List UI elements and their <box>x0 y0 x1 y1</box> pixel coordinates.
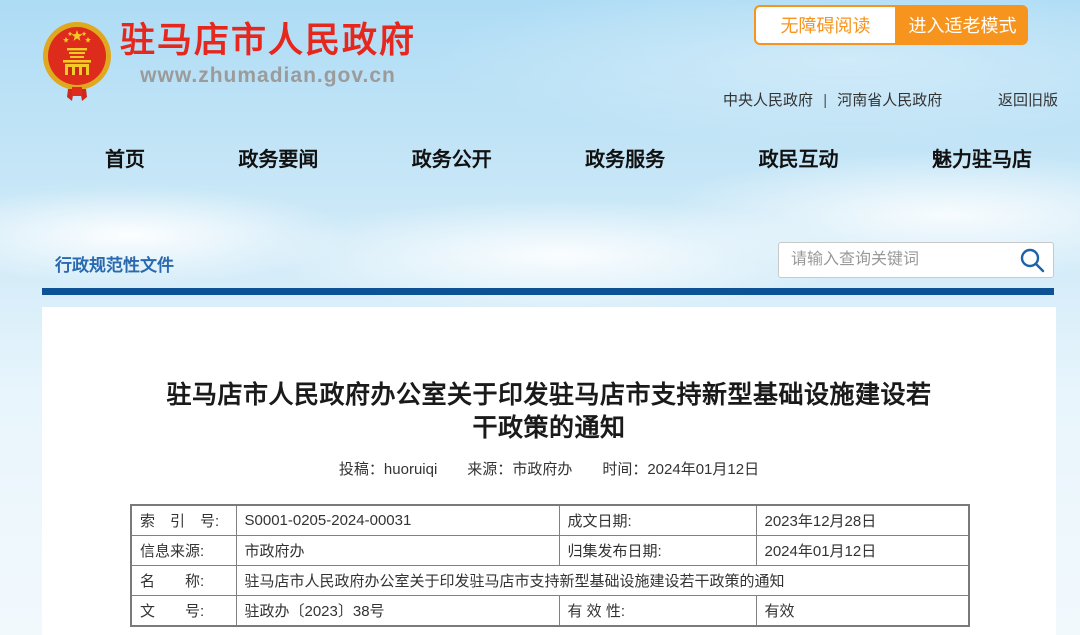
nav-item-interaction[interactable]: 政民互动 <box>759 147 839 173</box>
meta-submitter: 投稿：huoruiqi <box>339 458 437 479</box>
meta-source: 来源：市政府办 <box>467 458 572 479</box>
table-row: 名 称: 驻马店市人民政府办公室关于印发驻马店市支持新型基础设施建设若干政策的通… <box>131 566 969 596</box>
document-info-table: 索 引 号: S0001-0205-2024-00031 成文日期: 2023年… <box>130 504 970 627</box>
henan-gov-link[interactable]: 河南省人民政府 <box>837 92 942 109</box>
validity-value: 有效 <box>756 596 969 627</box>
site-url: www.zhumadian.gov.cn <box>140 64 396 88</box>
accessibility-toggle: 无障碍阅读 进入适老模式 <box>754 5 1028 45</box>
old-version-link[interactable]: 返回旧版 <box>998 89 1058 110</box>
meta-submitter-value: huoruiqi <box>384 461 437 478</box>
issue-date-value: 2023年12月28日 <box>756 505 969 536</box>
article-meta: 投稿：huoruiqi 来源：市政府办 时间：2024年01月12日 <box>42 458 1056 479</box>
doc-name-value: 驻马店市人民政府办公室关于印发驻马店市支持新型基础设施建设若干政策的通知 <box>236 566 969 596</box>
central-gov-link[interactable]: 中央人民政府 <box>723 92 813 109</box>
search-icon[interactable] <box>1019 247 1045 273</box>
publish-date-label: 归集发布日期: <box>559 536 756 566</box>
validity-label: 有 效 性: <box>559 596 756 627</box>
meta-time-value: 2024年01月12日 <box>647 461 759 478</box>
nav-item-news[interactable]: 政务要闻 <box>238 147 318 173</box>
meta-submitter-label: 投稿： <box>339 461 384 478</box>
article-card: 驻马店市人民政府办公室关于印发驻马店市支持新型基础设施建设若干政策的通知 投稿：… <box>42 307 1056 635</box>
site-logo[interactable]: 驻马店市人民政府 www.zhumadian.gov.cn <box>42 18 416 102</box>
nav-item-charm[interactable]: 魅力驻马店 <box>932 147 1032 173</box>
publish-date-value: 2024年01月12日 <box>756 536 969 566</box>
index-number-label: 索 引 号: <box>131 505 236 536</box>
meta-time-label: 时间： <box>602 461 647 478</box>
site-name: 驻马店市人民政府 <box>120 18 416 64</box>
section-divider-bar <box>42 288 1054 295</box>
link-separator: | <box>823 92 827 109</box>
search-box <box>778 242 1054 278</box>
elder-mode-button[interactable]: 进入适老模式 <box>897 5 1028 45</box>
doc-name-label: 名 称: <box>131 566 236 596</box>
barrier-free-reading-button[interactable]: 无障碍阅读 <box>754 5 897 45</box>
index-number-value: S0001-0205-2024-00031 <box>236 505 559 536</box>
doc-number-label: 文 号: <box>131 596 236 627</box>
info-source-value: 市政府办 <box>236 536 559 566</box>
national-emblem-icon <box>42 18 112 102</box>
gov-links-group: 中央人民政府 | 河南省人民政府 <box>723 89 942 110</box>
table-row: 文 号: 驻政办〔2023〕38号 有 效 性: 有效 <box>131 596 969 627</box>
gov-links-row: 中央人民政府 | 河南省人民政府 返回旧版 <box>723 89 1058 110</box>
info-source-label: 信息来源: <box>131 536 236 566</box>
breadcrumb: 行政规范性文件 <box>55 251 174 276</box>
table-row: 信息来源: 市政府办 归集发布日期: 2024年01月12日 <box>131 536 969 566</box>
meta-source-label: 来源： <box>467 461 512 478</box>
table-row: 索 引 号: S0001-0205-2024-00031 成文日期: 2023年… <box>131 505 969 536</box>
issue-date-label: 成文日期: <box>559 505 756 536</box>
page: 驻马店市人民政府 www.zhumadian.gov.cn 无障碍阅读 进入适老… <box>0 0 1080 635</box>
nav-item-disclosure[interactable]: 政务公开 <box>412 147 492 173</box>
nav-item-home[interactable]: 首页 <box>105 147 145 173</box>
main-nav: 首页 政务要闻 政务公开 政务服务 政民互动 魅力驻马店 <box>105 147 1032 173</box>
doc-number-value: 驻政办〔2023〕38号 <box>236 596 559 627</box>
nav-item-services[interactable]: 政务服务 <box>585 147 665 173</box>
search-input[interactable] <box>789 250 1019 270</box>
site-title-block: 驻马店市人民政府 www.zhumadian.gov.cn <box>120 18 416 88</box>
meta-time: 时间：2024年01月12日 <box>602 458 759 479</box>
article-title: 驻马店市人民政府办公室关于印发驻马店市支持新型基础设施建设若干政策的通知 <box>154 307 944 445</box>
meta-source-value: 市政府办 <box>512 461 572 478</box>
